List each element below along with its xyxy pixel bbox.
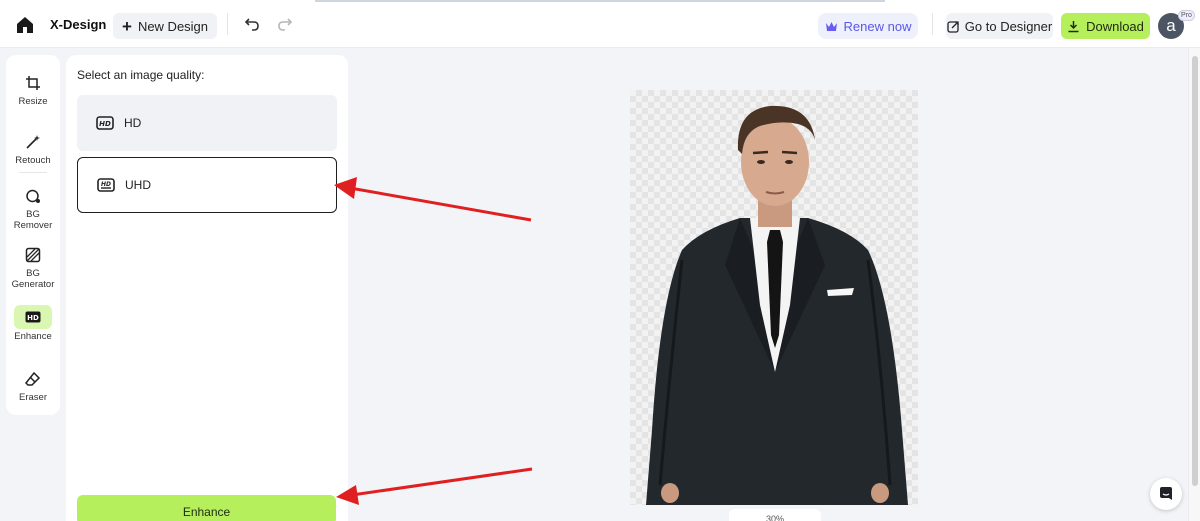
eraser-icon xyxy=(21,368,45,390)
enhance-panel: Select an image quality: HD HD HD UHD En… xyxy=(66,55,348,521)
tool-rail: Resize Retouch BG Remover BG Generator H… xyxy=(6,55,60,415)
top-bar: X-Design + New Design Renew now Go to De… xyxy=(0,0,1200,48)
hd-icon: HD xyxy=(96,116,114,130)
tool-label: BG Generator xyxy=(11,268,55,290)
download-label: Download xyxy=(1086,18,1144,34)
renew-now-label: Renew now xyxy=(843,18,912,34)
hd-icon: HD xyxy=(14,305,52,329)
svg-text:HD: HD xyxy=(27,314,39,322)
download-button[interactable]: Download xyxy=(1061,13,1150,39)
tool-bg-remover[interactable]: BG Remover xyxy=(6,185,60,231)
new-design-label: New Design xyxy=(137,18,209,34)
portrait-image xyxy=(646,105,908,505)
divider xyxy=(932,13,933,35)
tool-resize[interactable]: Resize xyxy=(6,72,60,107)
tool-eraser[interactable]: Eraser xyxy=(6,368,60,403)
crop-icon xyxy=(21,72,45,94)
tool-label: BG Remover xyxy=(13,209,53,231)
quality-option-uhd[interactable]: HD UHD xyxy=(77,157,337,213)
quality-option-label: UHD xyxy=(125,178,151,192)
tool-label: Retouch xyxy=(15,155,51,166)
uhd-icon: HD xyxy=(97,178,115,192)
top-strip xyxy=(315,0,885,2)
download-icon xyxy=(1068,20,1079,32)
tool-bg-generator[interactable]: BG Generator xyxy=(6,244,60,290)
new-design-button[interactable]: + New Design xyxy=(113,13,218,39)
redo-icon[interactable] xyxy=(277,16,293,32)
divider xyxy=(227,13,228,35)
undo-icon[interactable] xyxy=(244,16,260,32)
image-canvas[interactable] xyxy=(630,90,918,505)
arrow-to-enhance xyxy=(351,467,533,497)
chat-icon xyxy=(1160,487,1172,500)
plus-icon: + xyxy=(122,16,132,36)
go-to-designer-label: Go to Designer xyxy=(964,18,1053,34)
rail-divider xyxy=(19,172,47,173)
enhance-button[interactable]: Enhance xyxy=(77,495,336,521)
tool-enhance[interactable]: HD Enhance xyxy=(6,305,60,342)
home-icon[interactable] xyxy=(15,15,35,35)
quality-option-label: HD xyxy=(124,116,142,130)
magic-wand-icon xyxy=(21,131,45,153)
hatched-square-icon xyxy=(21,244,45,266)
arrow-to-uhd xyxy=(349,186,532,222)
app-title: X-Design xyxy=(50,17,107,32)
scrollbar-thumb[interactable] xyxy=(1192,56,1198,486)
tool-retouch[interactable]: Retouch xyxy=(6,131,60,166)
svg-text:HD: HD xyxy=(101,181,111,188)
zoom-control[interactable]: 30% xyxy=(729,509,821,521)
tool-label: Resize xyxy=(18,96,48,107)
tool-label: Enhance xyxy=(14,331,52,342)
designer-icon xyxy=(947,20,959,33)
chat-support-button[interactable] xyxy=(1150,478,1182,510)
quality-option-hd[interactable]: HD HD xyxy=(77,95,337,151)
page-scrollbar[interactable] xyxy=(1188,48,1200,521)
panel-title: Select an image quality: xyxy=(77,68,205,82)
bg-remover-icon xyxy=(21,185,45,207)
go-to-designer-button[interactable]: Go to Designer xyxy=(946,13,1053,39)
svg-text:HD: HD xyxy=(99,120,111,128)
pro-badge: Pro xyxy=(1178,10,1195,21)
tool-label: Eraser xyxy=(19,392,47,403)
crown-icon xyxy=(825,21,837,31)
renew-now-button[interactable]: Renew now xyxy=(818,13,918,39)
